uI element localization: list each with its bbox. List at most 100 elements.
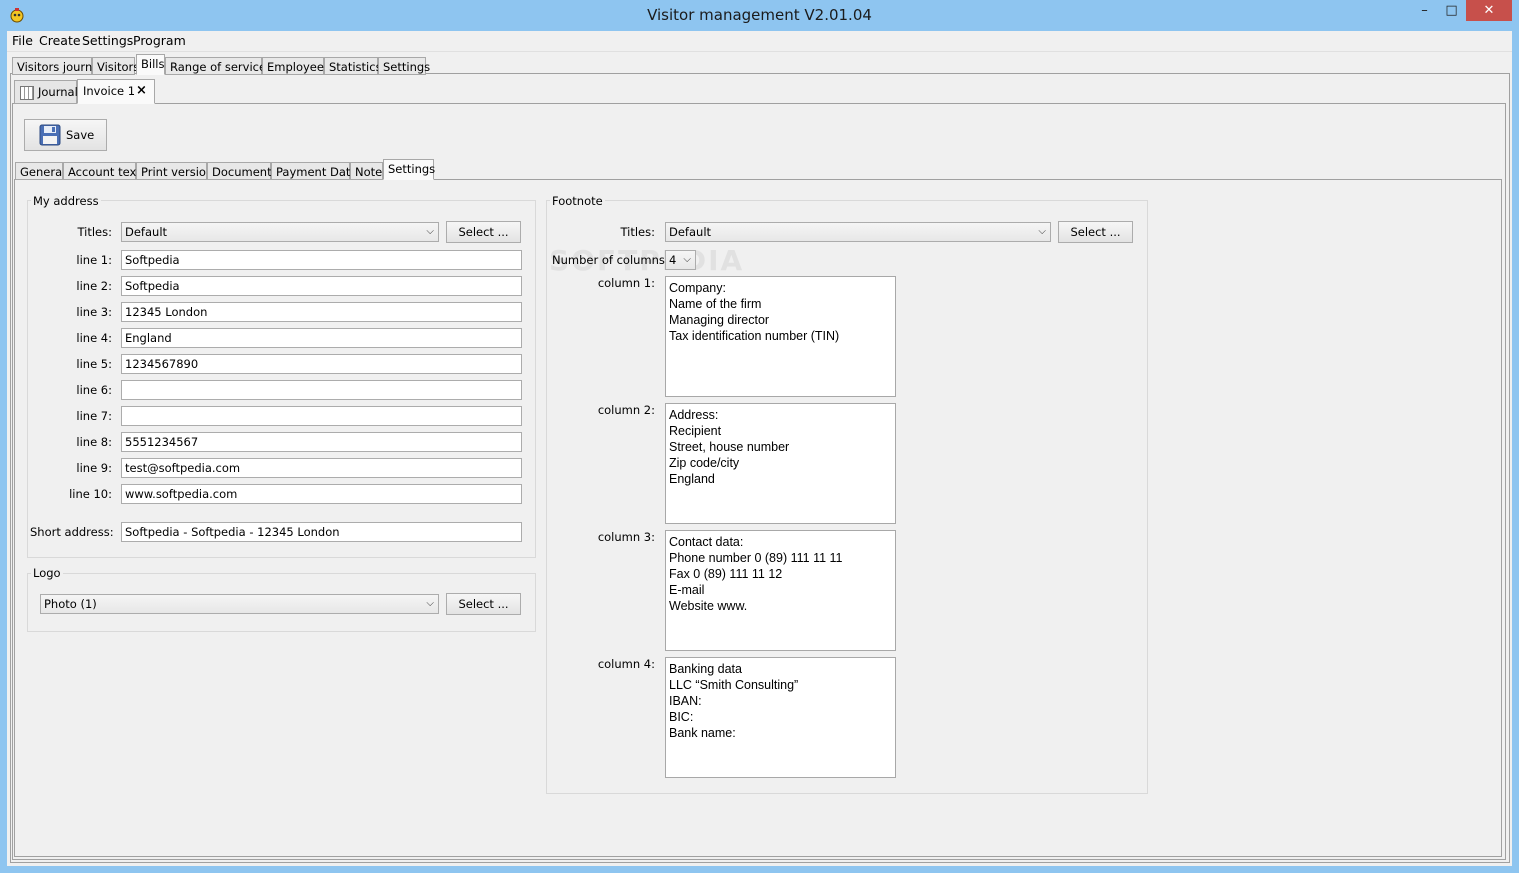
line-1-field[interactable]: Softpedia	[121, 250, 522, 270]
logo-select-value: Photo (1)	[44, 597, 97, 611]
tab-settings[interactable]: Settings	[383, 159, 435, 180]
column-3-line: Phone number 0 (89) 111 11 11	[669, 551, 843, 565]
tab-payment-data[interactable]: Payment Data	[271, 162, 357, 180]
chevron-down-icon: ⌵	[1038, 226, 1046, 237]
tab-settings-main[interactable]: Settings	[378, 57, 430, 75]
tab-visitors-journal[interactable]: Visitors journal	[12, 57, 103, 75]
tab-print-version[interactable]: Print version	[136, 162, 213, 180]
column-3-textarea[interactable]: Contact data: Phone number 0 (89) 111 11…	[665, 530, 896, 651]
column-4-line: IBAN:	[669, 694, 702, 708]
minimize-button[interactable]: –	[1411, 0, 1438, 21]
column-3-line: Contact data:	[669, 535, 744, 549]
tab-statistics[interactable]: Statistics	[324, 57, 382, 75]
chevron-down-icon: ⌵	[426, 598, 434, 609]
line-2-field[interactable]: Softpedia	[121, 276, 522, 296]
line-7-field[interactable]	[121, 406, 522, 426]
column-1-label: column 1:	[597, 276, 655, 290]
line-8-label: line 8:	[76, 435, 112, 449]
column-3-line: Fax 0 (89) 111 11 12	[669, 567, 783, 581]
column-1-line: Managing director	[669, 313, 770, 327]
footnote-titles-value: Default	[669, 225, 712, 239]
footnote-titles-select[interactable]: Default ⌵	[665, 222, 1051, 242]
column-1-line: Name of the firm	[669, 297, 762, 311]
titles-select[interactable]: Default ⌵	[121, 222, 439, 242]
menu-program[interactable]: Program	[133, 33, 186, 49]
column-4-line: Bank name:	[669, 726, 736, 740]
logo-select[interactable]: Photo (1) ⌵	[40, 594, 439, 614]
footnote-select-button[interactable]: Select ...	[1058, 221, 1133, 243]
line-1-label: line 1:	[76, 253, 112, 267]
menu-create[interactable]: Create	[39, 33, 81, 49]
tab-visitors[interactable]: Visitors	[92, 57, 139, 75]
maximize-button[interactable]: □	[1438, 0, 1465, 21]
column-1-textarea[interactable]: Company: Name of the firm Managing direc…	[665, 276, 896, 397]
line-10-label: line 10:	[69, 487, 112, 501]
titles-label: Titles:	[77, 225, 112, 239]
line-2-label: line 2:	[76, 279, 112, 293]
column-4-line: LLC “Smith Consulting”	[669, 678, 799, 692]
close-button[interactable]: ✕	[1466, 0, 1512, 21]
line-4-label: line 4:	[76, 331, 112, 345]
column-2-label: column 2:	[597, 403, 655, 417]
logo-select-button[interactable]: Select ...	[446, 593, 521, 615]
column-2-line: Recipient	[669, 424, 722, 438]
tab-journal[interactable]: Journal	[14, 80, 78, 104]
column-3-line: E-mail	[669, 583, 705, 597]
column-2-line: Address:	[669, 408, 719, 422]
close-tab-icon[interactable]: ×	[136, 80, 147, 102]
save-label: Save	[66, 128, 95, 142]
tab-invoice-1[interactable]: Invoice 1 ×	[77, 79, 155, 104]
menu-file[interactable]: File	[12, 33, 33, 49]
titles-select-button[interactable]: Select ...	[446, 221, 521, 243]
tab-journal-label: Journal	[38, 85, 78, 99]
journal-icon	[20, 85, 34, 100]
columns-select-value: 4	[669, 253, 677, 267]
window-title: Visitor management V2.01.04	[647, 6, 872, 24]
tab-documents[interactable]: Documents	[207, 162, 278, 180]
tab-account-text[interactable]: Account text	[63, 162, 141, 180]
column-4-line: Banking data	[669, 662, 742, 676]
save-button[interactable]: Save	[24, 119, 107, 151]
line-7-label: line 7:	[76, 409, 112, 423]
line-4-field[interactable]: England	[121, 328, 522, 348]
chevron-down-icon: ⌵	[683, 254, 691, 265]
column-1-line: Tax identification number (TIN)	[669, 329, 840, 343]
tab-note[interactable]: Note	[350, 162, 383, 180]
columns-label: Number of columns:	[552, 253, 669, 267]
my-address-title: My address	[31, 194, 101, 208]
short-address-field[interactable]: Softpedia - Softpedia - 12345 London	[121, 522, 522, 542]
column-1-line: Company:	[669, 281, 726, 295]
short-address-label: Short address:	[30, 525, 114, 539]
line-10-field[interactable]: www.softpedia.com	[121, 484, 522, 504]
line-3-label: line 3:	[76, 305, 112, 319]
column-4-textarea[interactable]: Banking data LLC “Smith Consulting” IBAN…	[665, 657, 896, 778]
line-8-field[interactable]: 5551234567	[121, 432, 522, 452]
column-4-label: column 4:	[597, 657, 655, 671]
columns-select[interactable]: 4 ⌵	[665, 250, 696, 270]
line-6-label: line 6:	[76, 383, 112, 397]
menu-bar	[7, 31, 1512, 52]
column-3-line: Website www.	[669, 599, 748, 613]
chevron-down-icon: ⌵	[426, 226, 434, 237]
tab-employees[interactable]: Employees	[262, 57, 330, 75]
line-5-field[interactable]: 1234567890	[121, 354, 522, 374]
line-9-field[interactable]: test@softpedia.com	[121, 458, 522, 478]
line-6-field[interactable]	[121, 380, 522, 400]
tab-general[interactable]: General	[15, 162, 65, 180]
column-2-line: Zip code/city	[669, 456, 740, 470]
column-2-textarea[interactable]: Address: Recipient Street, house number …	[665, 403, 896, 524]
floppy-disk-icon	[39, 124, 61, 149]
footnote-titles-label: Titles:	[620, 225, 655, 239]
titles-select-value: Default	[125, 225, 168, 239]
column-4-line: BIC:	[669, 710, 694, 724]
tab-range-of-services[interactable]: Range of services	[165, 57, 272, 75]
line-5-label: line 5:	[76, 357, 112, 371]
column-2-line: Street, house number	[669, 440, 790, 454]
line-9-label: line 9:	[76, 461, 112, 475]
line-3-field[interactable]: 12345 London	[121, 302, 522, 322]
column-2-line: England	[669, 472, 715, 486]
tab-bills[interactable]: Bills	[136, 54, 165, 75]
column-3-label: column 3:	[597, 530, 655, 544]
menu-settings[interactable]: Settings	[82, 33, 133, 49]
logo-title: Logo	[31, 566, 63, 580]
